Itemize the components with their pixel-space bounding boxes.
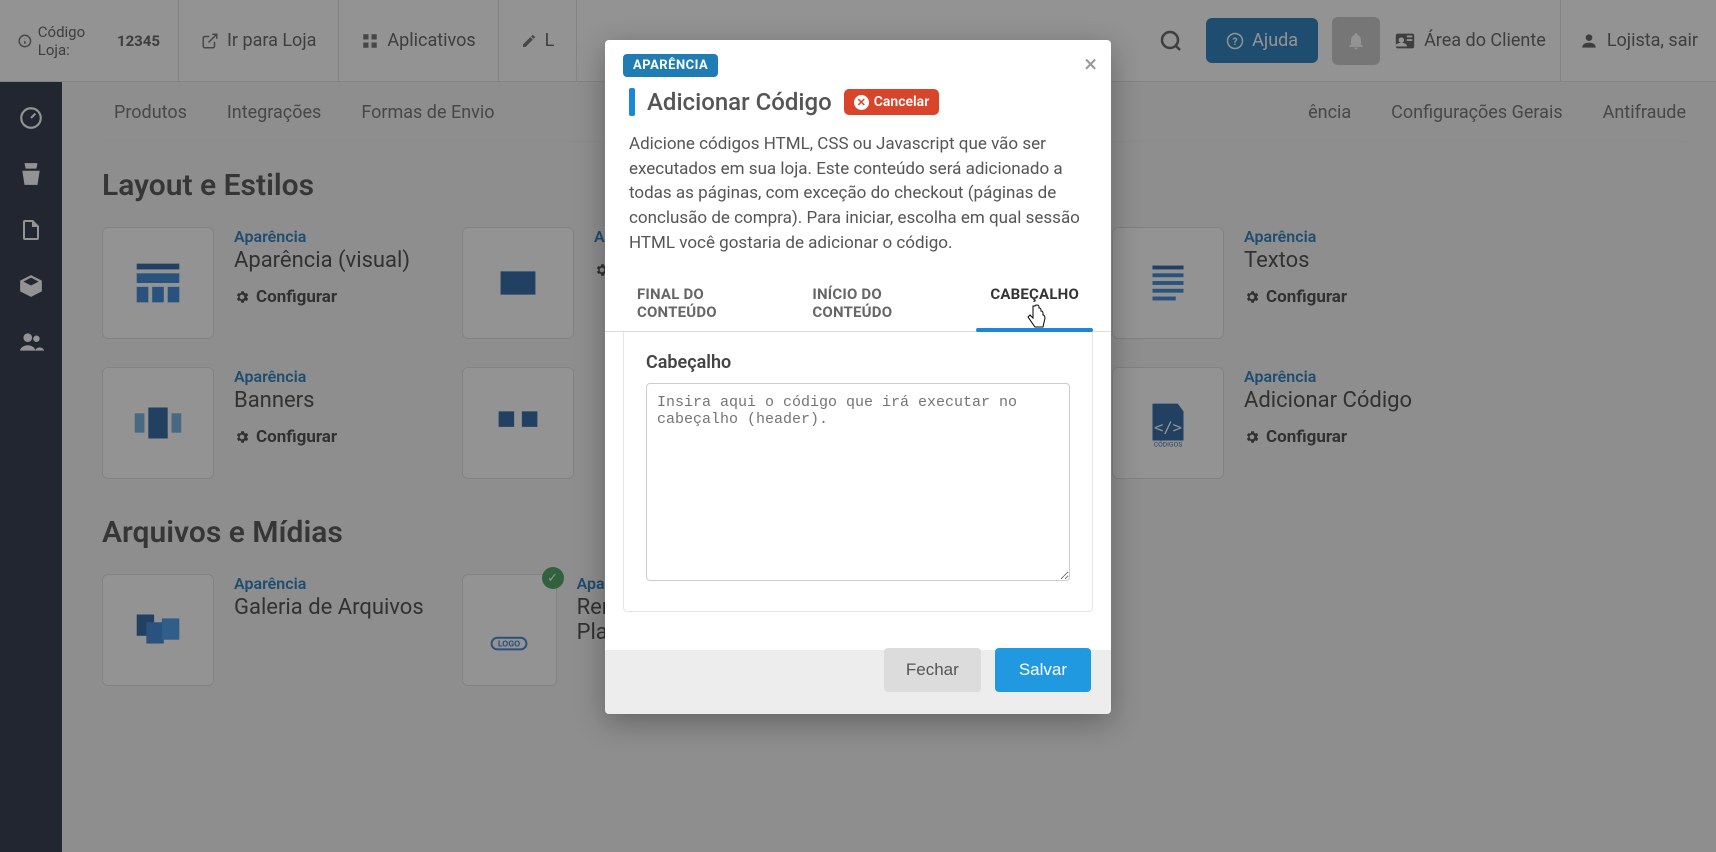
modal-tag: APARÊNCIA [623, 54, 718, 77]
modal-add-code: APARÊNCIA × Adicionar Código ✕ Cancelar A… [605, 40, 1111, 714]
modal-close-x[interactable]: × [1084, 50, 1097, 78]
save-button[interactable]: Salvar [995, 648, 1091, 692]
modal-form: Cabeçalho [623, 332, 1093, 612]
modal-footer: Fechar Salvar [605, 630, 1111, 714]
cancel-button[interactable]: ✕ Cancelar [844, 89, 940, 115]
modal-tab-head[interactable]: CABEÇALHO [976, 273, 1093, 331]
modal-description: Adicione códigos HTML, CSS ou Javascript… [605, 126, 1111, 273]
modal-header: Adicionar Código ✕ Cancelar [605, 40, 1111, 126]
code-textarea[interactable] [646, 383, 1070, 581]
modal-overlay: APARÊNCIA × Adicionar Código ✕ Cancelar A… [0, 0, 1716, 852]
modal-title: Adicionar Código [647, 88, 832, 116]
cancel-label: Cancelar [874, 94, 930, 110]
textarea-label: Cabeçalho [646, 352, 1070, 373]
close-button[interactable]: Fechar [884, 648, 981, 692]
modal-tab-header-start[interactable]: INÍCIO DO CONTEÚDO [798, 273, 976, 331]
modal-tab-footer[interactable]: FINAL DO CONTEÚDO [623, 273, 798, 331]
modal-tabs: FINAL DO CONTEÚDO INÍCIO DO CONTEÚDO CAB… [605, 273, 1111, 332]
close-icon: ✕ [854, 95, 869, 110]
header-bar [629, 88, 635, 116]
